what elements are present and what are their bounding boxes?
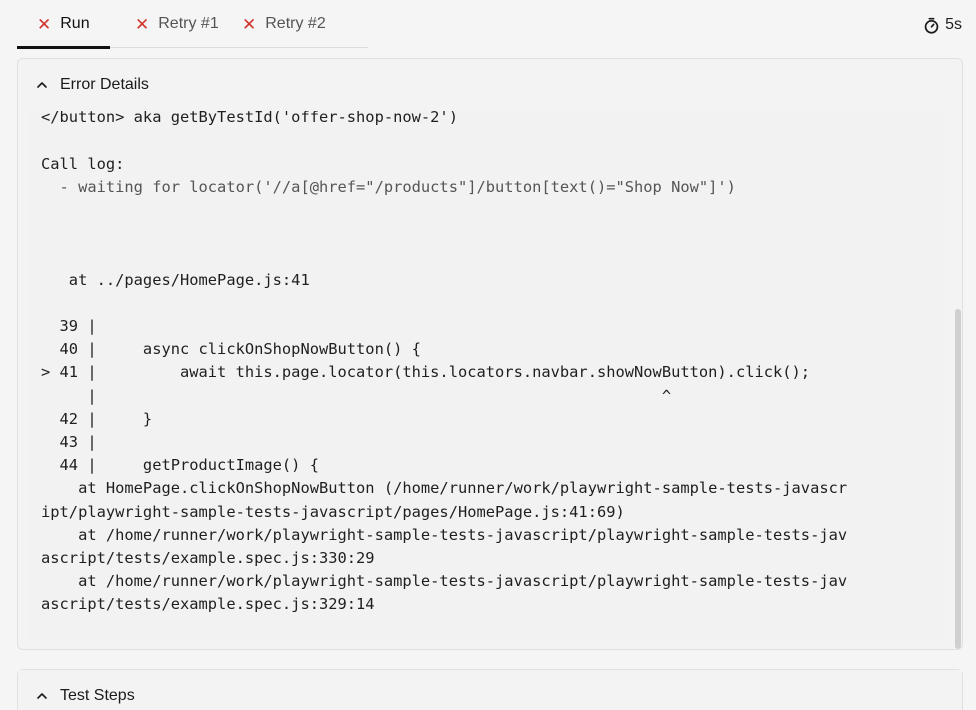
tab-retry-2[interactable]: ✕ Retry #2	[237, 0, 368, 48]
scrollbar-thumb[interactable]	[955, 309, 961, 649]
code-line: </button> aka getByTestId('offer-shop-no…	[41, 111, 458, 127]
duration-value: 5s	[945, 16, 962, 33]
chevron-up-icon	[36, 79, 48, 91]
code-line: 44 | getProductImage() {	[41, 456, 319, 475]
code-block: - locator resolved to <button data-testi…	[41, 111, 847, 617]
error-stack-trace: - locator resolved to <button data-testi…	[28, 111, 946, 641]
result-tab-bar: ✕ Run ✕ Retry #1 ✕ Retry #2 5s	[0, 0, 976, 58]
code-line: ascript/tests/example.spec.js:329:14	[41, 595, 375, 614]
error-details-header[interactable]: Error Details	[18, 59, 962, 111]
x-icon: ✕	[135, 14, 150, 34]
code-line: at ../pages/HomePage.js:41	[41, 270, 310, 289]
error-details-title: Error Details	[60, 76, 149, 93]
tab-retry-1[interactable]: ✕ Retry #1	[110, 0, 237, 48]
code-line: at /home/runner/work/playwright-sample-t…	[41, 525, 848, 544]
code-line: ipt/playwright-sample-tests-javascript/p…	[41, 502, 625, 521]
test-steps-header[interactable]: Test Steps	[18, 670, 962, 710]
code-line: > 41 | await this.page.locator(this.loca…	[41, 363, 811, 382]
code-line: 40 | async clickOnShopNowButton() {	[41, 340, 421, 359]
test-steps-title: Test Steps	[60, 687, 135, 704]
x-icon: ✕	[37, 14, 52, 34]
code-line: - waiting for locator('//a[@href="/produ…	[41, 177, 736, 196]
x-icon: ✕	[242, 14, 257, 34]
chevron-up-icon	[36, 690, 48, 702]
code-line: 39 |	[41, 317, 97, 336]
code-line: 43 |	[41, 433, 97, 452]
attempt-tabs: ✕ Run ✕ Retry #1 ✕ Retry #2	[17, 0, 368, 49]
error-details-panel: Error Details - locator resolved to <but…	[17, 58, 963, 650]
tab-label: Run	[60, 15, 90, 32]
stopwatch-icon	[924, 17, 939, 34]
code-line: ascript/tests/example.spec.js:330:29	[41, 549, 375, 568]
code-line: | ^	[41, 386, 672, 405]
tab-label: Retry #2	[265, 15, 326, 32]
duration-indicator: 5s	[923, 13, 962, 37]
test-steps-panel: Test Steps	[17, 669, 963, 710]
code-line: at HomePage.clickOnShopNowButton (/home/…	[41, 479, 848, 498]
tab-label: Retry #1	[158, 15, 219, 32]
code-line: 42 | }	[41, 409, 153, 428]
code-line: at /home/runner/work/playwright-sample-t…	[41, 572, 848, 591]
tab-run[interactable]: ✕ Run	[17, 0, 110, 49]
code-line: Call log:	[41, 154, 125, 173]
